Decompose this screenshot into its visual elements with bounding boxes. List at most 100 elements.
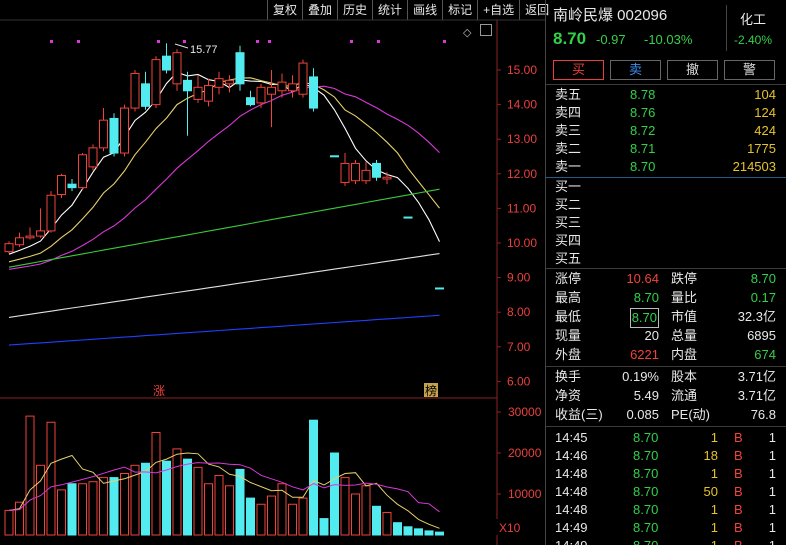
volume-bar[interactable]	[256, 503, 266, 536]
volume-bar[interactable]	[109, 477, 119, 536]
volume-bar[interactable]	[57, 489, 66, 536]
candle-body[interactable]	[109, 117, 119, 154]
volume-bar[interactable]	[403, 526, 413, 536]
volume-bar[interactable]	[351, 493, 360, 536]
volume-bar[interactable]	[141, 462, 150, 536]
volume-bar[interactable]	[382, 511, 392, 536]
candle-body[interactable]	[141, 83, 150, 107]
volume-bar[interactable]	[435, 531, 444, 536]
candle-body[interactable]	[183, 79, 192, 92]
stat-label: 流通	[671, 388, 698, 403]
volume-bar[interactable]	[25, 415, 35, 536]
tick-count: 1	[768, 466, 776, 481]
candle-body[interactable]	[351, 162, 360, 182]
tick-time: 14:48	[555, 502, 588, 517]
volume-bar[interactable]	[414, 528, 423, 536]
candle-body[interactable]	[46, 194, 56, 232]
candle-body[interactable]	[403, 216, 413, 219]
volume-bar[interactable]	[214, 475, 224, 536]
tick-price: 8.70	[633, 520, 659, 535]
candle-body[interactable]	[382, 176, 392, 180]
volume-bar[interactable]	[267, 495, 276, 536]
candle-body[interactable]	[162, 55, 171, 71]
volume-bar[interactable]	[88, 481, 98, 536]
candle-body[interactable]	[340, 162, 350, 183]
volume-bar[interactable]	[225, 485, 234, 536]
candle-body[interactable]	[298, 62, 308, 95]
candle-body[interactable]	[151, 59, 161, 106]
candle-body[interactable]	[372, 162, 381, 178]
volume-bar[interactable]	[99, 477, 108, 536]
ask-price: 8.70	[630, 159, 656, 174]
volume-bar[interactable]	[183, 458, 192, 536]
candle-body[interactable]	[88, 147, 98, 168]
candle-body[interactable]	[330, 155, 339, 158]
volume-bar[interactable]	[162, 460, 171, 536]
candle-body[interactable]	[193, 86, 203, 100]
volume-bar[interactable]	[235, 468, 245, 536]
volume-bar[interactable]	[330, 452, 339, 536]
volume-bar[interactable]	[424, 530, 434, 536]
candle-body[interactable]	[225, 79, 234, 85]
stat-value: 5.49	[633, 388, 659, 403]
candle-body[interactable]	[288, 83, 297, 92]
candle-body[interactable]	[309, 76, 318, 109]
volume-bar[interactable]	[361, 485, 371, 536]
candle-body[interactable]	[15, 237, 24, 246]
volume-bar[interactable]	[67, 483, 77, 536]
volume-bar[interactable]	[4, 509, 14, 536]
volume-bar[interactable]	[372, 505, 381, 536]
rank-marker[interactable]: 榜	[425, 383, 437, 398]
stat-label: 涨停	[555, 271, 582, 286]
candle-body[interactable]	[361, 169, 371, 182]
candle-body[interactable]	[57, 175, 66, 196]
volume-bar[interactable]	[204, 483, 213, 536]
candle-body[interactable]	[120, 107, 129, 154]
volume-bar[interactable]	[340, 477, 350, 536]
volume-bar[interactable]	[319, 518, 329, 536]
volume-bar[interactable]	[172, 448, 182, 536]
candle-body[interactable]	[256, 86, 266, 104]
tick-time: 14:48	[555, 466, 588, 481]
volume-bar[interactable]	[393, 522, 402, 536]
candle-body[interactable]	[246, 97, 255, 106]
stat-label: 量比	[671, 290, 698, 305]
volume-bar[interactable]	[193, 466, 203, 536]
volume-bar[interactable]	[298, 497, 308, 536]
candle-body[interactable]	[36, 230, 45, 237]
kline-chart[interactable]: 15.00 14.00 13.00 12.00 11.00 10.00 9.00 8.00 7.…	[0, 0, 545, 545]
volume-bar[interactable]	[288, 503, 297, 536]
buy-button[interactable]: 买	[553, 60, 604, 80]
candle-body[interactable]	[277, 81, 287, 92]
volume-bar[interactable]	[151, 432, 161, 536]
volume-bar[interactable]	[120, 473, 129, 536]
candle-body[interactable]	[172, 52, 182, 85]
candle-body[interactable]	[267, 86, 276, 95]
cancel-order-button[interactable]: 撤	[667, 60, 718, 80]
alert-button[interactable]: 警	[724, 60, 775, 80]
candle-body[interactable]	[78, 154, 87, 189]
stat-row: 最低 8.70 市值 32.3亿	[546, 308, 786, 328]
limit-up-marker[interactable]: 涨	[153, 383, 165, 398]
candle-body[interactable]	[204, 85, 213, 102]
sell-button[interactable]: 卖	[610, 60, 661, 80]
volume-bar[interactable]	[246, 497, 255, 536]
sector-box[interactable]: 化工 -2.40%	[726, 5, 778, 51]
candle-body[interactable]	[4, 243, 14, 253]
candle-body[interactable]	[25, 235, 35, 239]
candle-body[interactable]	[67, 183, 77, 189]
volume-bar[interactable]	[309, 419, 318, 536]
candle-body[interactable]	[235, 52, 245, 85]
candle-body[interactable]	[435, 287, 444, 290]
price-tick-label: 6.00	[507, 374, 531, 388]
candle-body[interactable]	[214, 78, 224, 88]
tick-row: 14:49 8.70 1 B 1	[546, 519, 786, 537]
tick-side: B	[734, 537, 743, 545]
tick-time: 14:45	[555, 430, 588, 445]
event-marker	[268, 40, 271, 43]
volume-bar[interactable]	[277, 483, 287, 536]
volume-bar[interactable]	[46, 421, 56, 536]
volume-bar[interactable]	[78, 483, 87, 536]
candle-body[interactable]	[130, 72, 140, 109]
candle-body[interactable]	[99, 119, 108, 149]
